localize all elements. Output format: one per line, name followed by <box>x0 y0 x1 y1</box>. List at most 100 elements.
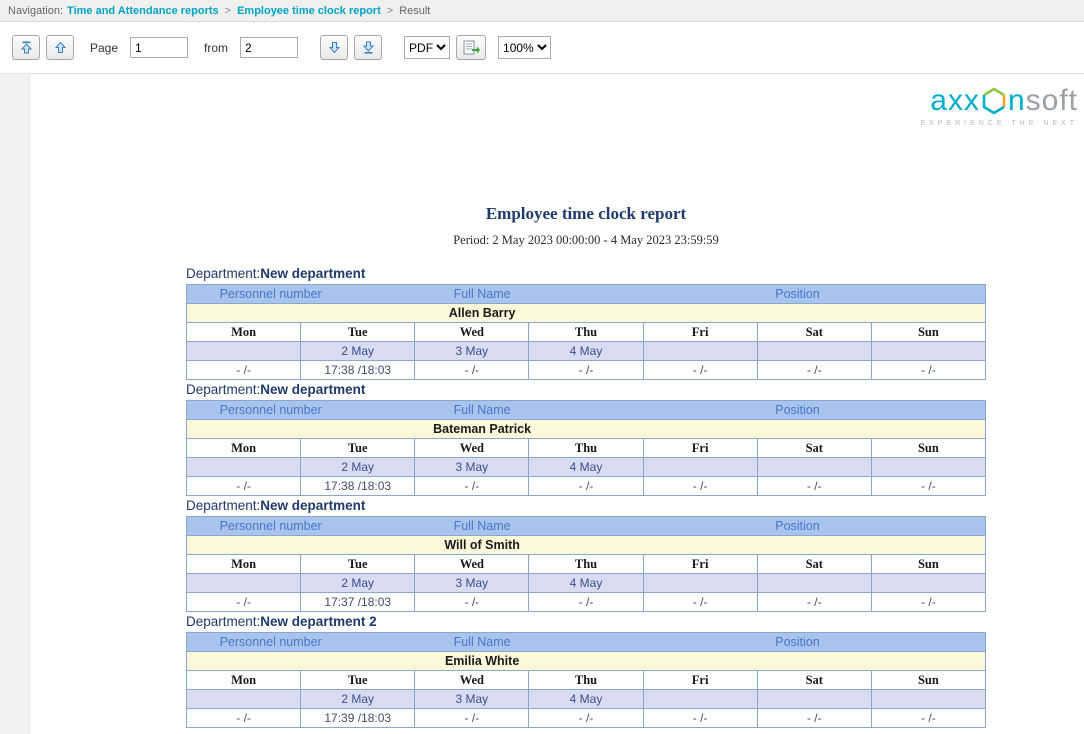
department-label: Department: <box>186 266 260 281</box>
date-cell <box>871 574 985 593</box>
report-page: Employee time clock report Period: 2 May… <box>186 74 986 728</box>
date-cell: 2 May <box>301 690 415 709</box>
department-name: New department 2 <box>260 614 376 629</box>
export-button[interactable] <box>456 35 486 60</box>
date-cell <box>757 458 871 477</box>
department-block: Department:New department Personnel numb… <box>186 380 986 496</box>
day-header-cell: Tue <box>301 671 415 690</box>
time-grid-table: MonTueWedThuFriSatSun 2 May3 May4 May - … <box>186 554 986 612</box>
column-header-cell: Personnel number <box>187 517 355 536</box>
viewer-left-margin <box>0 74 30 734</box>
day-header-cell: Wed <box>415 439 529 458</box>
department-name: New department <box>260 382 365 397</box>
date-cell: 3 May <box>415 574 529 593</box>
date-cell: 2 May <box>301 574 415 593</box>
breadcrumb-separator: > <box>387 5 393 17</box>
time-cell: - /- <box>415 593 529 612</box>
day-header-cell: Tue <box>301 439 415 458</box>
date-cell: 4 May <box>529 574 643 593</box>
column-header-cell: Position <box>610 517 986 536</box>
date-cell <box>187 342 301 361</box>
time-cell: - /- <box>187 709 301 728</box>
column-header-cell: Full Name <box>354 517 610 536</box>
day-header-cell: Wed <box>415 671 529 690</box>
column-header-cell: Personnel number <box>187 285 355 304</box>
column-header-cell: Position <box>610 285 986 304</box>
personnel-number-cell <box>187 304 355 323</box>
page-label: Page <box>90 41 118 55</box>
department-name: New department <box>260 266 365 281</box>
date-cell <box>757 574 871 593</box>
page-number-input[interactable] <box>130 37 188 58</box>
day-header-cell: Fri <box>643 671 757 690</box>
day-header-cell: Mon <box>187 439 301 458</box>
time-cell: - /- <box>187 593 301 612</box>
breadcrumb: Navigation: Time and Attendance reports … <box>0 0 1084 22</box>
date-cell: 2 May <box>301 342 415 361</box>
time-cell: - /- <box>529 709 643 728</box>
time-cell: - /- <box>529 361 643 380</box>
day-header-cell: Thu <box>529 671 643 690</box>
time-grid-table: MonTueWedThuFriSatSun 2 May3 May4 May - … <box>186 438 986 496</box>
days-header-row: MonTueWedThuFriSatSun <box>187 439 986 458</box>
next-page-icon <box>328 41 341 54</box>
employee-name: Allen Barry <box>354 304 610 323</box>
time-cell: - /- <box>871 709 985 728</box>
position-cell <box>610 652 986 671</box>
day-header-cell: Thu <box>529 439 643 458</box>
export-icon <box>463 40 480 55</box>
time-cell: - /- <box>757 361 871 380</box>
day-header-cell: Sun <box>871 439 985 458</box>
last-page-button[interactable] <box>354 35 382 60</box>
report-blocks: Department:New department Personnel numb… <box>186 264 986 728</box>
day-header-cell: Sat <box>757 323 871 342</box>
department-line: Department:New department <box>186 264 986 284</box>
time-cell: 17:38 /18:03 <box>301 477 415 496</box>
days-header-row: MonTueWedThuFriSatSun <box>187 323 986 342</box>
department-label: Department: <box>186 614 260 629</box>
day-header-cell: Thu <box>529 555 643 574</box>
times-row: - /-17:38 /18:03- /-- /-- /-- /-- /- <box>187 361 986 380</box>
date-cell: 3 May <box>415 458 529 477</box>
time-cell: - /- <box>415 361 529 380</box>
department-block: Department:New department Personnel numb… <box>186 264 986 380</box>
date-cell <box>757 690 871 709</box>
time-cell: - /- <box>529 593 643 612</box>
employee-name: Emilia White <box>354 652 610 671</box>
employee-name-row: Emilia White <box>187 652 986 671</box>
from-label: from <box>204 41 228 55</box>
export-format-select[interactable]: PDF <box>404 36 450 59</box>
time-cell: - /- <box>757 709 871 728</box>
day-header-cell: Sat <box>757 671 871 690</box>
department-label: Department: <box>186 382 260 397</box>
report-title: Employee time clock report <box>186 204 986 224</box>
personnel-number-cell <box>187 652 355 671</box>
zoom-select[interactable]: 100% <box>498 36 551 59</box>
employee-name-row: Will of Smith <box>187 536 986 555</box>
personnel-number-cell <box>187 536 355 555</box>
date-cell: 3 May <box>415 690 529 709</box>
day-header-cell: Wed <box>415 555 529 574</box>
employee-header-table: Personnel numberFull NamePosition Emilia… <box>186 632 986 671</box>
logo-text-n: n <box>1008 86 1026 116</box>
time-cell: - /- <box>415 709 529 728</box>
total-pages-input[interactable] <box>240 37 298 58</box>
day-header-cell: Tue <box>301 323 415 342</box>
department-name: New department <box>260 498 365 513</box>
columns-header-row: Personnel numberFull NamePosition <box>187 517 986 536</box>
date-cell: 4 May <box>529 458 643 477</box>
department-line: Department:New department <box>186 380 986 400</box>
times-row: - /-17:37 /18:03- /-- /-- /-- /-- /- <box>187 593 986 612</box>
columns-header-row: Personnel numberFull NamePosition <box>187 285 986 304</box>
report-period: Period: 2 May 2023 00:00:00 - 4 May 2023… <box>186 233 986 248</box>
breadcrumb-link-employee-time-clock-report[interactable]: Employee time clock report <box>237 5 381 17</box>
previous-page-button[interactable] <box>46 35 74 60</box>
time-cell: - /- <box>871 361 985 380</box>
first-page-button[interactable] <box>12 35 40 60</box>
date-cell <box>871 458 985 477</box>
next-page-button[interactable] <box>320 35 348 60</box>
columns-header-row: Personnel numberFull NamePosition <box>187 633 986 652</box>
employee-name: Will of Smith <box>354 536 610 555</box>
breadcrumb-link-time-attendance-reports[interactable]: Time and Attendance reports <box>67 5 219 17</box>
day-header-cell: Wed <box>415 323 529 342</box>
